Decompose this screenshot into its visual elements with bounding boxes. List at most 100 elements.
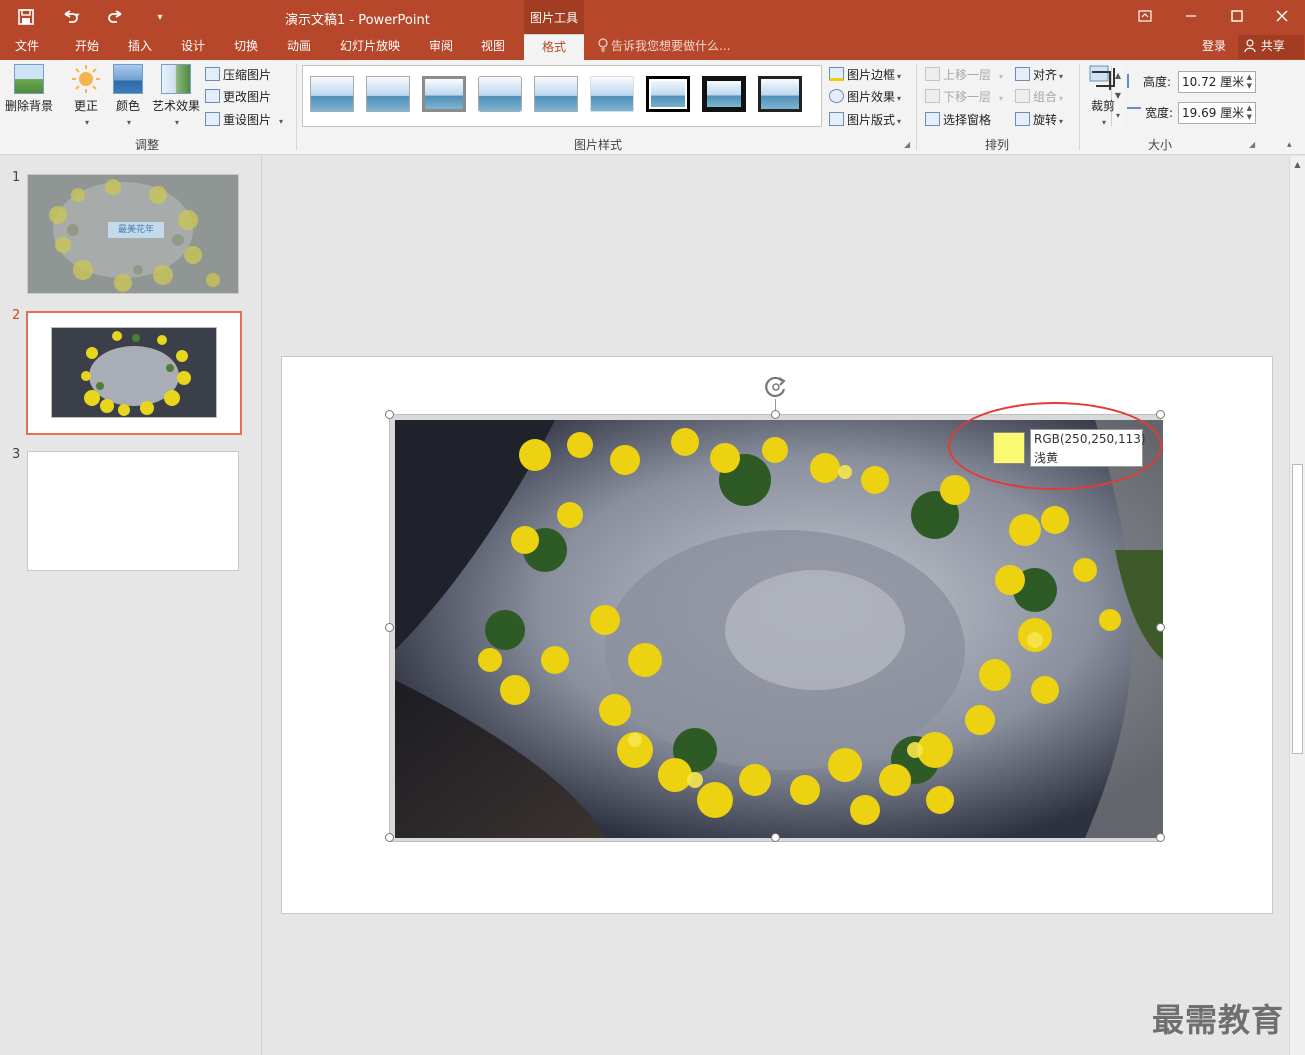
crop-button[interactable]: 裁剪 ▾: [1087, 64, 1119, 128]
group-icon: [1015, 89, 1030, 103]
align-icon: [1015, 67, 1030, 81]
tab-animations[interactable]: 动画: [277, 34, 321, 60]
picture-styles-gallery: ▲ ▼ ▾: [302, 65, 1124, 127]
picture-style-simple-frame[interactable]: [310, 76, 354, 112]
send-backward-button[interactable]: 下移一层 ▾: [925, 87, 1003, 107]
picture-border-button[interactable]: 图片边框 ▾: [829, 65, 901, 85]
selected-picture[interactable]: RGB(250,250,113) 浅黄: [385, 402, 1165, 842]
dialog-launcher-icon[interactable]: ◢: [904, 140, 910, 149]
resize-handle-top-left[interactable]: [385, 410, 394, 419]
remove-background-icon: [14, 64, 44, 94]
height-label: 高度:: [1127, 73, 1171, 90]
remove-background-button[interactable]: 删除背景: [4, 64, 54, 114]
rotate-handle-icon[interactable]: [762, 373, 790, 401]
rotate-button[interactable]: 旋转 ▾: [1015, 110, 1063, 130]
current-slide: RGB(250,250,113) 浅黄: [281, 356, 1273, 914]
resize-handle-top[interactable]: [771, 410, 780, 419]
slide-thumbnail-2-selected[interactable]: [26, 311, 242, 435]
compress-pictures-button[interactable]: 压缩图片: [205, 65, 271, 85]
sun-icon: [71, 64, 101, 94]
selection-pane-button[interactable]: 选择窗格: [925, 110, 991, 130]
effects-icon: [829, 89, 844, 103]
color-picture-icon: [113, 64, 143, 94]
resize-handle-bottom[interactable]: [771, 833, 780, 842]
picture-style-simple-black[interactable]: [758, 76, 802, 112]
compress-label: 压缩图片: [223, 68, 272, 82]
picture-effects-label: 图片效果: [847, 90, 896, 104]
size-dialog-launcher-icon[interactable]: ◢: [1249, 140, 1255, 149]
picture-style-soft-rectangle[interactable]: [590, 76, 634, 112]
width-icon: [1127, 107, 1141, 119]
slide-number: 3: [12, 447, 21, 462]
save-icon[interactable]: [14, 6, 38, 28]
resize-handle-top-right[interactable]: [1156, 410, 1165, 419]
height-icon: [1127, 74, 1139, 88]
tab-slideshow[interactable]: 幻灯片放映: [334, 34, 406, 60]
share-label: 共享: [1260, 39, 1285, 53]
resize-handle-bottom-left[interactable]: [385, 833, 394, 842]
picture-style-thick-gray[interactable]: [422, 76, 466, 112]
tab-view[interactable]: 视图: [471, 34, 515, 60]
minimize-icon[interactable]: [1168, 0, 1214, 32]
slide-thumbnail-1[interactable]: 最美花年: [27, 174, 239, 294]
width-spinner-icon[interactable]: ▲ ▼: [1247, 104, 1252, 122]
height-input[interactable]: 10.72 厘米 ▲ ▼: [1178, 71, 1256, 93]
slide-1-title: 最美花年: [108, 222, 164, 238]
close-icon[interactable]: [1259, 0, 1305, 32]
picture-layout-button[interactable]: 图片版式 ▾: [829, 110, 901, 130]
undo-icon[interactable]: [58, 6, 90, 28]
color-label: 颜色: [115, 99, 140, 113]
signin-link[interactable]: 登录: [1202, 34, 1226, 58]
share-button[interactable]: 共享: [1238, 35, 1304, 59]
resize-handle-right[interactable]: [1156, 623, 1165, 632]
window-title: 演示文稿1 - PowerPoint: [285, 13, 430, 28]
picture-style-shadow[interactable]: [478, 76, 522, 112]
ribbon-display-options-icon[interactable]: [1122, 0, 1168, 32]
change-picture-button[interactable]: 更改图片: [205, 87, 271, 107]
picture-style-double-frame-black[interactable]: [646, 76, 690, 112]
collapse-ribbon-icon[interactable]: ▴: [1287, 140, 1292, 150]
picture-style-soft-edge[interactable]: [366, 76, 410, 112]
picture-effects-button[interactable]: 图片效果 ▾: [829, 87, 901, 107]
slide-number: 1: [12, 170, 21, 185]
tell-me-search[interactable]: 告诉我您想要做什么...: [598, 34, 730, 60]
bring-forward-button[interactable]: 上移一层 ▾: [925, 65, 1003, 85]
vertical-scrollbar[interactable]: ▲: [1289, 156, 1305, 1055]
scrollbar-thumb[interactable]: [1292, 464, 1303, 754]
lightbulb-icon: [598, 38, 608, 52]
group-objects-label: 组合: [1033, 90, 1058, 104]
reset-picture-button[interactable]: 重设图片 ▾: [205, 110, 283, 130]
corrections-button[interactable]: 更正 ▾: [70, 64, 102, 128]
slide-thumbnail-3[interactable]: [27, 451, 239, 571]
align-label: 对齐: [1033, 68, 1058, 82]
width-input[interactable]: 19.69 厘米 ▲ ▼: [1178, 102, 1256, 124]
tab-format[interactable]: 格式: [524, 34, 584, 60]
resize-handle-left[interactable]: [385, 623, 394, 632]
color-button[interactable]: 颜色 ▾: [112, 64, 144, 128]
tab-design[interactable]: 设计: [171, 34, 215, 60]
scroll-up-icon[interactable]: ▲: [1290, 157, 1305, 172]
picture-style-reflected[interactable]: [534, 76, 578, 112]
slide-2-picture: [51, 327, 217, 418]
tab-review[interactable]: 审阅: [419, 34, 463, 60]
tab-transitions[interactable]: 切换: [224, 34, 268, 60]
send-backward-label: 下移一层: [943, 90, 992, 104]
group-separator: [1079, 64, 1080, 150]
tooltip-color-name: 浅黄: [1034, 451, 1059, 465]
group-label-arrange: 排列: [984, 138, 1009, 152]
group-label-adjust: 调整: [134, 138, 159, 152]
picture-style-thick-black[interactable]: [702, 76, 746, 112]
group-objects-button[interactable]: 组合 ▾: [1015, 87, 1063, 107]
resize-handle-bottom-right[interactable]: [1156, 833, 1165, 842]
maximize-icon[interactable]: [1214, 0, 1260, 32]
artistic-effects-button[interactable]: 艺术效果 ▾: [150, 64, 202, 128]
color-tooltip: RGB(250,250,113) 浅黄: [993, 429, 1146, 467]
align-button[interactable]: 对齐 ▾: [1015, 65, 1063, 85]
customize-qat-icon[interactable]: ▾: [150, 6, 170, 28]
height-spinner-icon[interactable]: ▲ ▼: [1247, 73, 1252, 91]
color-swatch: [993, 432, 1025, 464]
tab-file[interactable]: 文件: [5, 34, 49, 60]
tab-home[interactable]: 开始: [65, 34, 109, 60]
tab-insert[interactable]: 插入: [118, 34, 162, 60]
redo-icon[interactable]: [104, 6, 128, 28]
